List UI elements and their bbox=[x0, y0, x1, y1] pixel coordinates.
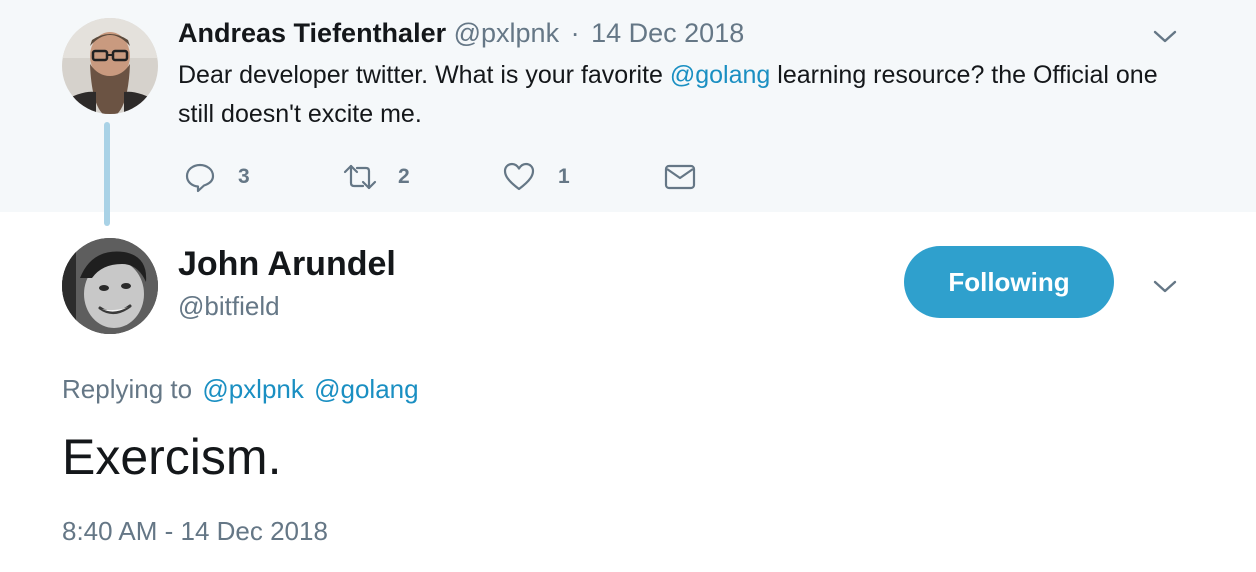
separator-dot: · bbox=[570, 18, 580, 48]
avatar[interactable] bbox=[62, 18, 158, 114]
replying-to-label: Replying to bbox=[62, 374, 193, 404]
avatar-image bbox=[62, 238, 158, 334]
thread-connector-line bbox=[104, 122, 110, 226]
direct-message-button[interactable] bbox=[664, 158, 696, 196]
heart-icon bbox=[503, 162, 535, 191]
tweet-text: Exercism. bbox=[62, 429, 282, 485]
mention-link[interactable]: @golang bbox=[670, 61, 770, 89]
tweet-date[interactable]: 14 Dec 2018 bbox=[591, 18, 744, 48]
parent-tweet-text: Dear developer twitter. What is your fav… bbox=[178, 56, 1168, 134]
author-handle[interactable]: @bitfield bbox=[178, 290, 280, 322]
author-handle[interactable]: @pxlpnk bbox=[454, 18, 559, 48]
envelope-icon bbox=[664, 164, 696, 190]
tweet-menu-button[interactable] bbox=[1150, 26, 1180, 46]
tweet-timestamp[interactable]: 8:40 AM - 14 Dec 2018 bbox=[62, 514, 328, 548]
chevron-down-icon bbox=[1153, 30, 1177, 43]
like-count: 1 bbox=[558, 165, 570, 188]
author-name[interactable]: John Arundel bbox=[178, 244, 396, 284]
avatar[interactable] bbox=[62, 238, 158, 334]
tweet-text-part: Dear developer twitter. What is your fav… bbox=[178, 61, 670, 89]
like-button[interactable]: 1 bbox=[502, 158, 570, 196]
retweet-icon bbox=[343, 164, 377, 190]
mention-link[interactable]: @pxlpnk bbox=[202, 374, 304, 404]
mention-link[interactable]: @golang bbox=[314, 374, 418, 404]
chevron-down-icon bbox=[1153, 280, 1177, 293]
tweet-menu-button[interactable] bbox=[1150, 276, 1180, 296]
reply-count: 3 bbox=[238, 165, 250, 188]
author-name[interactable]: Andreas Tiefenthaler bbox=[178, 18, 446, 48]
reply-icon bbox=[185, 163, 215, 193]
retweet-button[interactable]: 2 bbox=[342, 158, 410, 196]
following-button[interactable]: Following bbox=[904, 246, 1114, 318]
replying-to-line: Replying to @pxlpnk @golang bbox=[62, 372, 419, 406]
retweet-count: 2 bbox=[398, 165, 410, 188]
avatar-image bbox=[62, 18, 158, 114]
reply-button[interactable]: 3 bbox=[184, 158, 250, 196]
parent-tweet-header: Andreas Tiefenthaler @pxlpnk · 14 Dec 20… bbox=[178, 16, 744, 50]
